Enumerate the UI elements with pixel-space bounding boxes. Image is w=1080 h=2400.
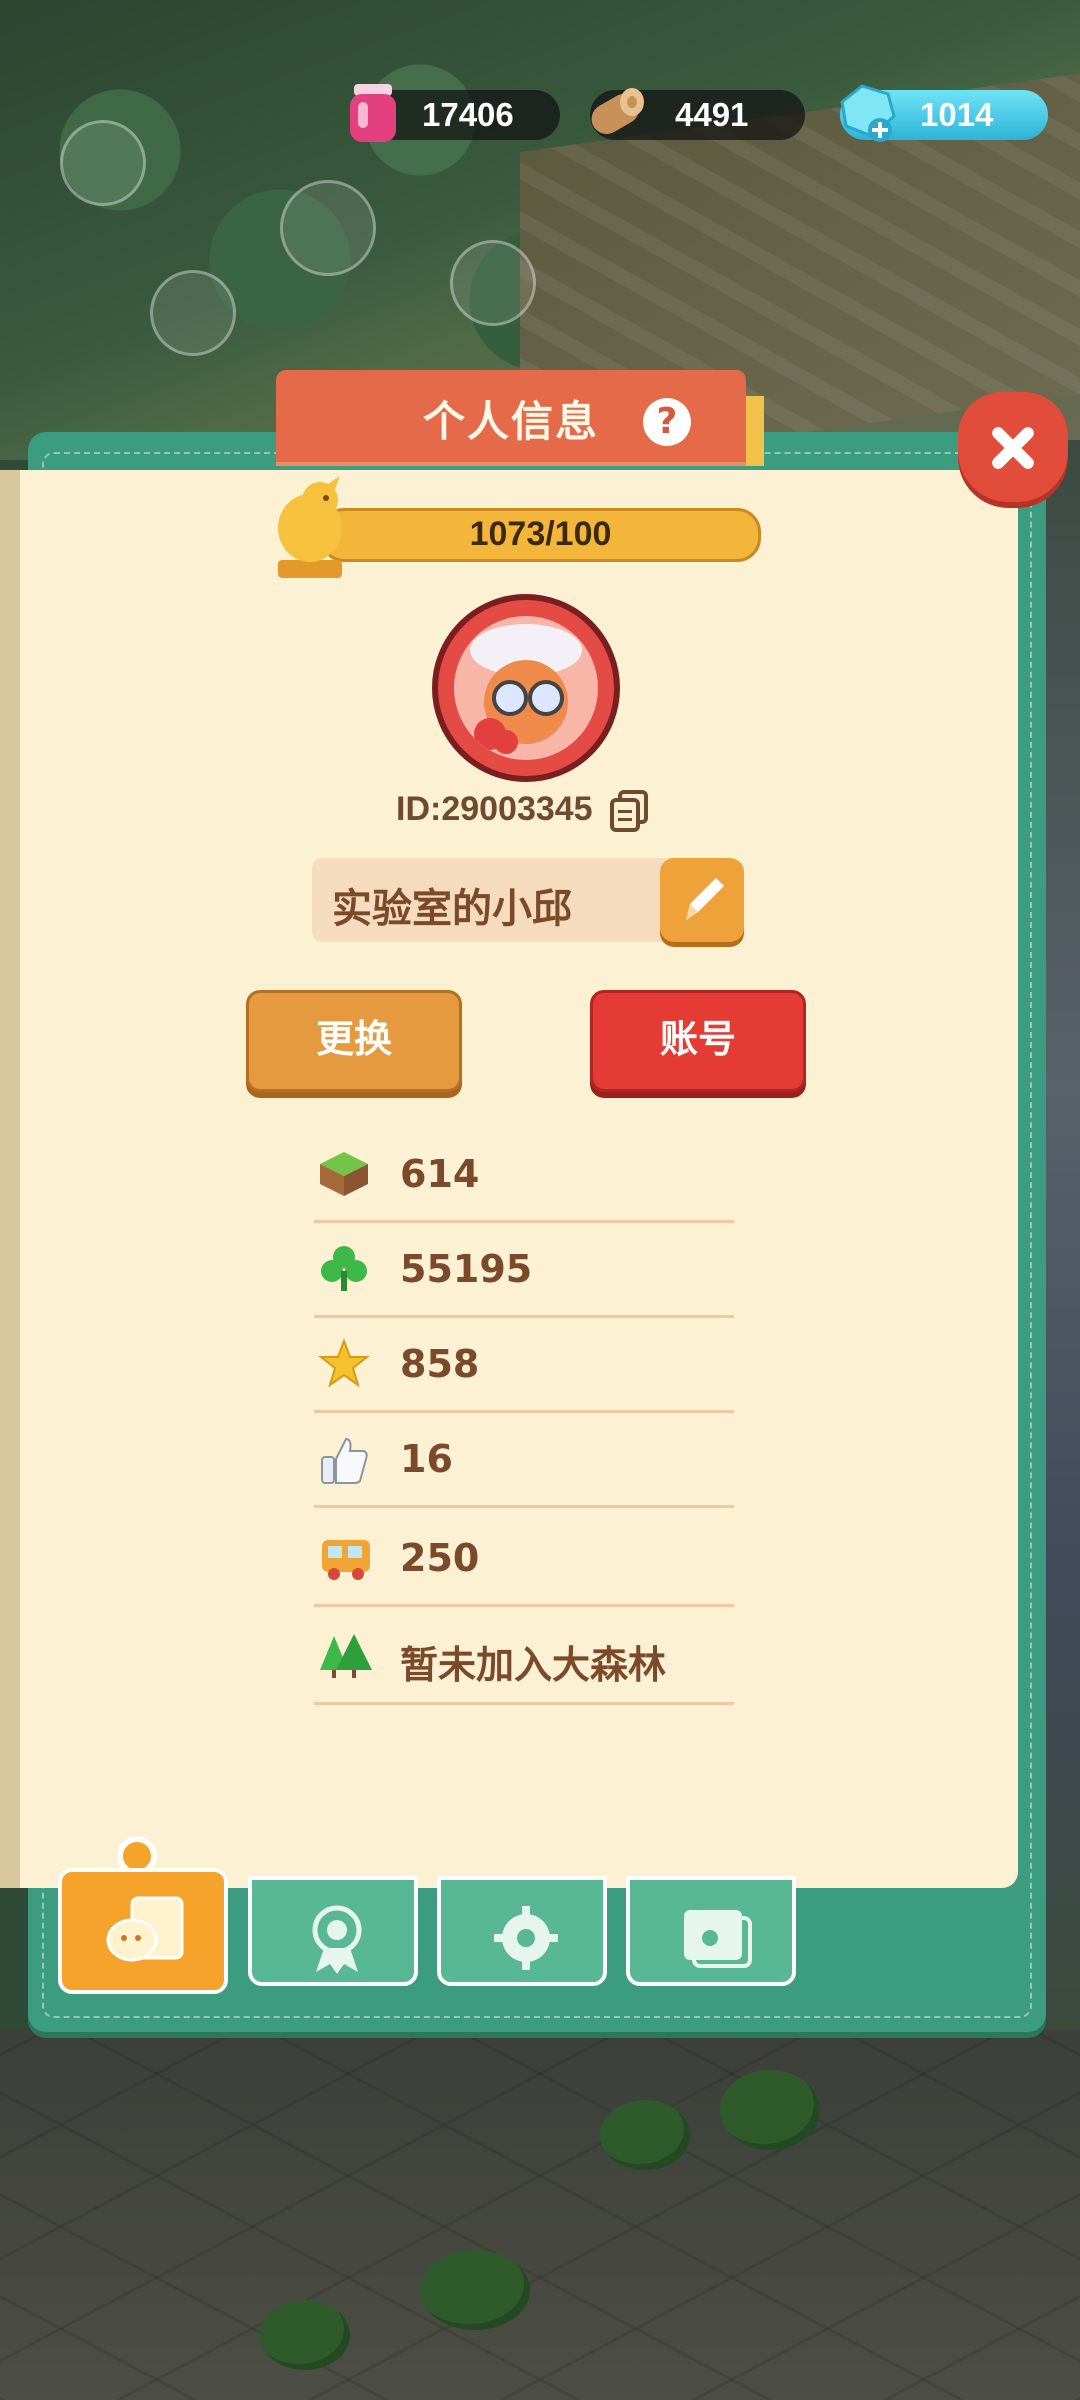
stat-value: 暂未加入大森林 [400, 1643, 667, 1687]
settings-tab[interactable] [437, 1876, 607, 1986]
pencil-icon [686, 878, 724, 920]
bush-icon [600, 2100, 690, 2170]
stat-row-forest: 暂未加入大森林 [314, 1608, 734, 1705]
album-tab[interactable] [626, 1876, 796, 1986]
jam-counter[interactable]: 17406 [350, 84, 560, 142]
wood-log-icon [591, 88, 644, 134]
star-icon [318, 1338, 370, 1388]
edit-name-button[interactable] [660, 858, 744, 942]
close-button[interactable] [958, 392, 1068, 502]
gem-value: 1014 [920, 96, 994, 133]
avatar[interactable] [432, 594, 620, 782]
badge-icon [312, 1905, 362, 1974]
player-id: ID:29003345 [396, 790, 593, 828]
ground-background [0, 2030, 1080, 2400]
wood-counter[interactable]: 4491 [590, 88, 805, 140]
profile-card-icon [106, 1896, 184, 1962]
gem-icon [840, 84, 896, 142]
bubble-icon [60, 120, 146, 206]
stat-value: 250 [400, 1536, 480, 1580]
album-icon [684, 1910, 752, 1968]
player-name: 实验室的小邱 [332, 886, 572, 932]
gem-counter[interactable]: 1014 [840, 84, 1048, 142]
level-progress-text: 1073/100 [469, 515, 612, 553]
golden-trophy-icon [278, 476, 342, 578]
character-portrait-icon [470, 624, 582, 754]
jam-jar-icon [350, 84, 396, 142]
stat-value: 614 [400, 1152, 480, 1196]
gear-icon [494, 1906, 558, 1970]
level-progress-bar: 1073/100 [320, 508, 761, 562]
stat-row-clover: 55195 [314, 1221, 734, 1318]
wood-value: 4491 [675, 96, 749, 133]
bubble-icon [280, 180, 376, 276]
land-block-icon [320, 1152, 368, 1196]
bus-icon [322, 1540, 370, 1580]
stat-value: 55195 [400, 1247, 533, 1291]
copy-icon[interactable] [608, 788, 652, 832]
bubble-icon [450, 240, 536, 326]
page-notch [850, 1856, 878, 1870]
stat-row-likes: 16 [314, 1411, 734, 1508]
help-button[interactable]: ? [643, 398, 691, 446]
page-spine [0, 470, 20, 1888]
forest-icon [320, 1634, 372, 1678]
badge-tab[interactable] [248, 1876, 418, 1986]
account-button[interactable]: 账号 [590, 990, 806, 1092]
stat-value: 858 [400, 1342, 480, 1386]
jam-value: 17406 [422, 96, 514, 133]
clover-icon [321, 1246, 367, 1291]
bush-icon [420, 2250, 530, 2330]
change-avatar-button[interactable]: 更换 [246, 990, 462, 1092]
stat-value: 16 [400, 1437, 453, 1481]
stat-row-land: 614 [314, 1126, 734, 1223]
profile-tab[interactable] [58, 1868, 228, 1994]
bush-icon [720, 2070, 820, 2150]
bush-icon [260, 2300, 350, 2370]
avatar-image [454, 616, 598, 760]
stat-row-star: 858 [314, 1316, 734, 1413]
stat-row-bus: 250 [314, 1510, 734, 1607]
thumbs-up-icon [321, 1437, 368, 1484]
bubble-icon [150, 270, 236, 356]
